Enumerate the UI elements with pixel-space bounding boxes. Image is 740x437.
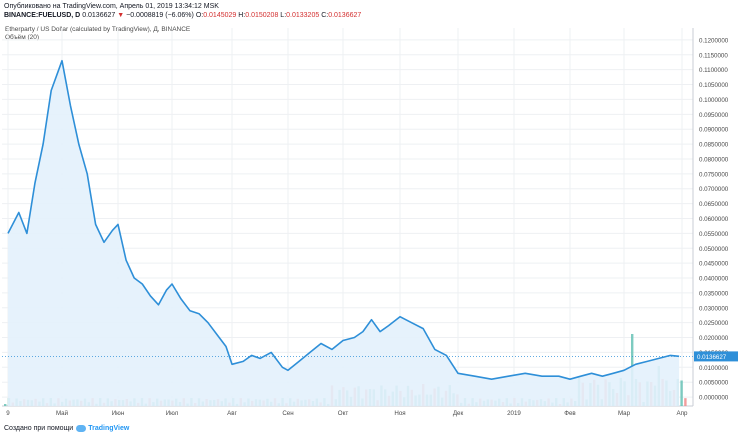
x-tick-label: Окт <box>338 410 349 417</box>
y-tick-label: 0.0450000 <box>699 261 729 268</box>
low-value: 0.0133205 <box>286 12 320 19</box>
x-tick-label: Фев <box>564 410 576 417</box>
x-tick-label: Ноя <box>394 410 405 417</box>
y-tick-label: 0.0900000 <box>699 127 729 134</box>
y-tick-label: 0.0300000 <box>699 305 729 312</box>
tradingview-logo[interactable]: TradingView <box>76 425 129 432</box>
open-value: 0.0145029 <box>203 12 237 19</box>
x-tick-label: Сен <box>282 410 293 417</box>
y-tick-label: 0.0250000 <box>699 320 729 327</box>
footer-created-label: Создано при помощи <box>4 425 74 432</box>
change-arrow-icon: ▼ <box>117 12 125 19</box>
y-tick-label: 0.0950000 <box>699 112 729 119</box>
published-line: Опубликовано на TradingView.com, Апрель … <box>4 3 219 10</box>
close-value: 0.0136627 <box>328 12 362 19</box>
y-tick-label: 0.0500000 <box>699 246 729 253</box>
y-tick-label: 0.1050000 <box>699 82 729 89</box>
last-price: 0.0136627 <box>82 12 116 19</box>
y-tick-label: 0.0350000 <box>699 290 729 297</box>
chart-header: Опубликовано на TradingView.com, Апрель … <box>4 2 361 20</box>
volume-bar <box>4 404 7 406</box>
volume-bar <box>680 380 683 406</box>
y-tick-label: 0.0600000 <box>699 216 729 223</box>
volume-bar <box>684 398 687 406</box>
y-tick-label: 0.0100000 <box>699 365 729 372</box>
footer: Создано при помощи TradingView <box>4 425 129 432</box>
ohlc-line: BINANCE:FUELUSD, D 0.0136627 ▼ −0.000881… <box>4 11 361 20</box>
y-tick-label: 0.0050000 <box>699 380 729 387</box>
last-price-badge-label: 0.0136627 <box>697 354 727 361</box>
y-tick-label: 0.0700000 <box>699 186 729 193</box>
y-tick-label: 0.1200000 <box>699 37 729 44</box>
y-tick-label: 0.1100000 <box>699 67 728 74</box>
tradingview-brand: TradingView <box>88 425 130 432</box>
x-tick-label: Июн <box>112 410 125 417</box>
y-tick-label: 0.0000000 <box>699 395 729 402</box>
y-tick-label: 0.1000000 <box>699 97 729 104</box>
x-tick-label: Мар <box>618 410 631 417</box>
high-value: 0.0150208 <box>245 12 279 19</box>
x-tick-label: 9 <box>6 410 10 417</box>
symbol-label: BINANCE:FUELUSD, D <box>4 12 81 19</box>
x-tick-label: 2019 <box>507 410 521 417</box>
y-tick-label: 0.0200000 <box>699 335 729 342</box>
price-chart[interactable]: 0.1200000 0.1150000 0.1100000 0.1050000 0.10… <box>0 24 740 420</box>
y-tick-label: 0.0650000 <box>699 201 729 208</box>
y-tick-label: 0.0550000 <box>699 231 729 238</box>
y-tick-label: 0.0750000 <box>699 171 729 178</box>
y-tick-label: 0.1150000 <box>699 52 728 59</box>
x-tick-label: Май <box>56 410 69 417</box>
y-tick-label: 0.0400000 <box>699 276 729 283</box>
y-tick-label: 0.0800000 <box>699 156 729 163</box>
cloud-icon <box>76 425 87 432</box>
x-tick-label: Апр <box>677 410 688 417</box>
x-tick-label: Авг <box>227 410 237 417</box>
price-change: −0.0008819 (−6.06%) <box>126 12 194 19</box>
y-tick-label: 0.0850000 <box>699 142 729 149</box>
x-tick-label: Июл <box>166 410 179 417</box>
x-tick-label: Дек <box>453 410 464 417</box>
